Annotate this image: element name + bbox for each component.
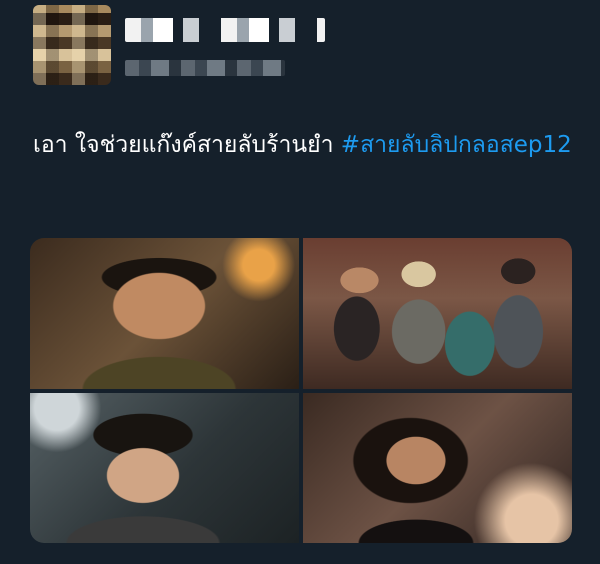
photo-group-scene[interactable] [303,238,572,389]
tweet-text: เอา ใจช่วยแก๊งค์สายลับร้านยำ #สายลับลิปก… [33,124,573,166]
photo-young-man[interactable] [30,392,299,543]
tweet-body: เอา ใจช่วยแก๊งค์สายลับร้านยำ [33,132,341,158]
media-grid [30,238,572,543]
photo-man-on-phone[interactable] [30,238,299,389]
display-name-redacted[interactable] [125,18,325,42]
hashtag-link[interactable]: #สายลับลิปกลอสep12 [341,132,572,158]
avatar[interactable] [33,5,111,85]
photo-woman-curly-hair[interactable] [303,392,572,543]
handle-redacted [125,60,285,76]
